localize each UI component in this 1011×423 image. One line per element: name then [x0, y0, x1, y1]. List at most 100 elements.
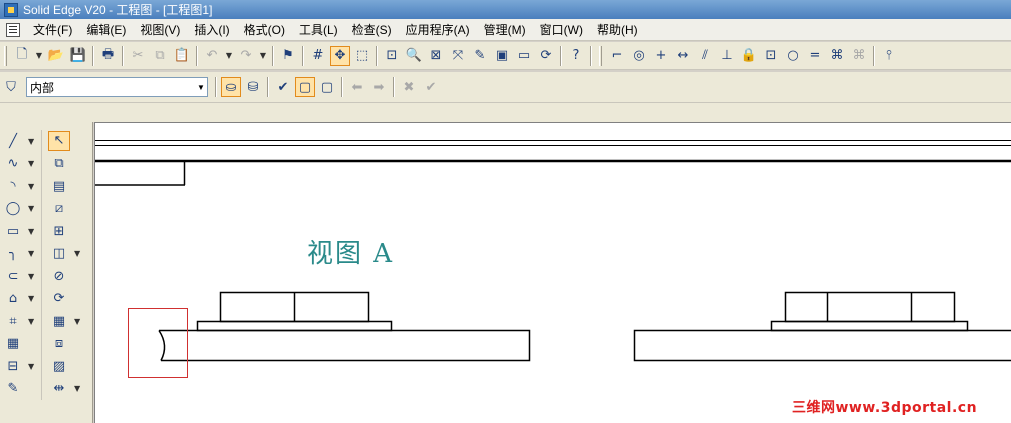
- next-icon[interactable]: ➡: [369, 77, 389, 97]
- style-combo[interactable]: 内部 ▼: [26, 77, 208, 97]
- new-dropdown-icon[interactable]: ▼: [34, 46, 44, 66]
- auxiliary-view-tool[interactable]: ⧄: [48, 198, 90, 221]
- fill-tool[interactable]: ▦: [2, 333, 41, 356]
- zoom-icon[interactable]: 🔍: [404, 46, 424, 66]
- corner-icon[interactable]: ⌐: [607, 46, 627, 66]
- broken-view-tool[interactable]: ◫ ▼: [48, 243, 90, 266]
- parallel-icon[interactable]: ⫽: [695, 46, 715, 66]
- section-view-tool[interactable]: ⊞: [48, 220, 90, 243]
- menu-edit[interactable]: 编辑(E): [79, 19, 133, 41]
- select-box-alt-icon[interactable]: ▢: [317, 77, 337, 97]
- offset-tool[interactable]: ⊂ ▼: [2, 265, 41, 288]
- copy-icon[interactable]: ⧉: [150, 46, 170, 66]
- chevron-down-icon[interactable]: ▼: [28, 182, 34, 191]
- update-view-tool[interactable]: ⟳: [48, 288, 90, 311]
- equal-icon[interactable]: =: [805, 46, 825, 66]
- chevron-down-icon[interactable]: ▼: [28, 227, 34, 236]
- intellisketch-icon[interactable]: ✥: [330, 45, 350, 66]
- print-icon[interactable]: 🖶: [98, 46, 118, 66]
- menu-window[interactable]: 窗口(W): [533, 19, 590, 41]
- chevron-down-icon[interactable]: ▼: [28, 294, 34, 303]
- cancel-icon[interactable]: ✖: [399, 77, 419, 97]
- accept-icon[interactable]: ✔: [273, 77, 293, 97]
- curve-tool[interactable]: ∿ ▼: [2, 153, 41, 176]
- arc-tool[interactable]: ◝ ▼: [2, 175, 41, 198]
- connect-icon[interactable]: ⊡: [761, 46, 781, 66]
- menu-insert[interactable]: 插入(I): [187, 19, 236, 41]
- chevron-down-icon[interactable]: ▼: [28, 159, 34, 168]
- lock-icon[interactable]: 🔒: [739, 46, 759, 66]
- menu-file[interactable]: 文件(F): [26, 19, 79, 41]
- line-tool[interactable]: ╱ ▼: [2, 130, 41, 153]
- fit-icon[interactable]: ⊠: [426, 46, 446, 66]
- cross-icon[interactable]: +: [651, 46, 671, 66]
- toolbar-grip[interactable]: [599, 45, 602, 66]
- finish-icon[interactable]: ✔: [421, 77, 441, 97]
- toolbar-grip[interactable]: [4, 45, 7, 66]
- tangent-icon[interactable]: ○: [783, 46, 803, 66]
- fillet-tool[interactable]: ╮ ▼: [2, 243, 41, 266]
- rectangle-tool[interactable]: ▭ ▼: [2, 220, 41, 243]
- redo-icon[interactable]: ↷: [236, 46, 256, 66]
- chevron-down-icon[interactable]: ▼: [74, 249, 80, 258]
- filter-icon[interactable]: ⛉: [1, 77, 21, 97]
- menu-inspect[interactable]: 检查(S): [345, 19, 399, 41]
- dimension-icon[interactable]: ⫯: [879, 46, 899, 66]
- chevron-down-icon[interactable]: ▼: [28, 362, 34, 371]
- stamp-icon[interactable]: ⛁: [243, 77, 263, 97]
- previous-icon[interactable]: ⬅: [347, 77, 367, 97]
- view-wizard-tool[interactable]: ⧉: [48, 153, 90, 176]
- trim-tool[interactable]: ⌂ ▼: [2, 288, 41, 311]
- undo-dropdown-icon[interactable]: ▼: [224, 46, 234, 66]
- mirror-tool[interactable]: ⌗ ▼: [2, 310, 41, 333]
- view-label[interactable]: 视图 A: [307, 233, 394, 270]
- save-icon[interactable]: 💾: [68, 46, 88, 66]
- annotation-tool[interactable]: ✎: [2, 378, 41, 401]
- undo-icon[interactable]: ↶: [202, 46, 222, 66]
- menu-format[interactable]: 格式(O): [237, 19, 292, 41]
- symmetric-axis-icon[interactable]: ⌘: [849, 46, 869, 66]
- select-tool[interactable]: ↖: [48, 130, 90, 153]
- new-file-icon[interactable]: 🗋: [12, 46, 32, 66]
- drawing-view-tool[interactable]: ⧈: [48, 333, 90, 356]
- menu-help[interactable]: 帮助(H): [590, 19, 645, 41]
- chevron-down-icon[interactable]: ▼: [28, 317, 34, 326]
- document-icon[interactable]: [6, 22, 20, 37]
- chevron-down-icon[interactable]: ▼: [28, 272, 34, 281]
- cut-icon[interactable]: ✂: [128, 46, 148, 66]
- display-icon[interactable]: ▭: [514, 46, 534, 66]
- menu-view[interactable]: 视图(V): [133, 19, 187, 41]
- perpendicular-icon[interactable]: ⊥: [717, 46, 737, 66]
- circle-tool[interactable]: ◯ ▼: [2, 198, 41, 221]
- sheet-icon[interactable]: ▣: [492, 46, 512, 66]
- pan-icon[interactable]: ⤧: [448, 46, 468, 66]
- dimension-tool[interactable]: ⊟ ▼: [2, 355, 41, 378]
- zoom-area-icon[interactable]: ⊡: [382, 46, 402, 66]
- redo-dropdown-icon[interactable]: ▼: [258, 46, 268, 66]
- detail-view-tool[interactable]: ⊘: [48, 265, 90, 288]
- drawing-canvas[interactable]: 视图 A 三维网www.3dportal.cn: [94, 122, 1011, 423]
- select-box-icon[interactable]: ▢: [295, 77, 315, 97]
- break-line-tool[interactable]: ⇹ ▼: [48, 378, 90, 401]
- principal-view-tool[interactable]: ▤: [48, 175, 90, 198]
- relationship-handles-icon[interactable]: ⬚: [352, 46, 372, 66]
- context-help-icon[interactable]: ?: [566, 46, 586, 66]
- chevron-down-icon[interactable]: ▼: [28, 249, 34, 258]
- menu-applications[interactable]: 应用程序(A): [399, 19, 477, 41]
- table-tool[interactable]: ▦ ▼: [48, 310, 90, 333]
- hatch-tool[interactable]: ▨: [48, 355, 90, 378]
- symmetric-icon[interactable]: ⌘: [827, 46, 847, 66]
- chevron-down-icon[interactable]: ▼: [28, 137, 34, 146]
- grid-icon[interactable]: #: [308, 46, 328, 66]
- detail-selection-box[interactable]: [128, 308, 188, 378]
- menu-manage[interactable]: 管理(M): [477, 19, 533, 41]
- eyedropper-icon[interactable]: ✎: [470, 46, 490, 66]
- chevron-down-icon[interactable]: ▼: [74, 384, 80, 393]
- chevron-down-icon[interactable]: ▼: [28, 204, 34, 213]
- circle-icon[interactable]: ◎: [629, 46, 649, 66]
- open-folder-icon[interactable]: 📂: [46, 46, 66, 66]
- chevron-down-icon[interactable]: ▼: [74, 317, 80, 326]
- chevron-down-icon[interactable]: ▼: [195, 78, 207, 96]
- select-tool-option-icon[interactable]: ⛀: [221, 77, 241, 97]
- menu-tools[interactable]: 工具(L): [292, 19, 345, 41]
